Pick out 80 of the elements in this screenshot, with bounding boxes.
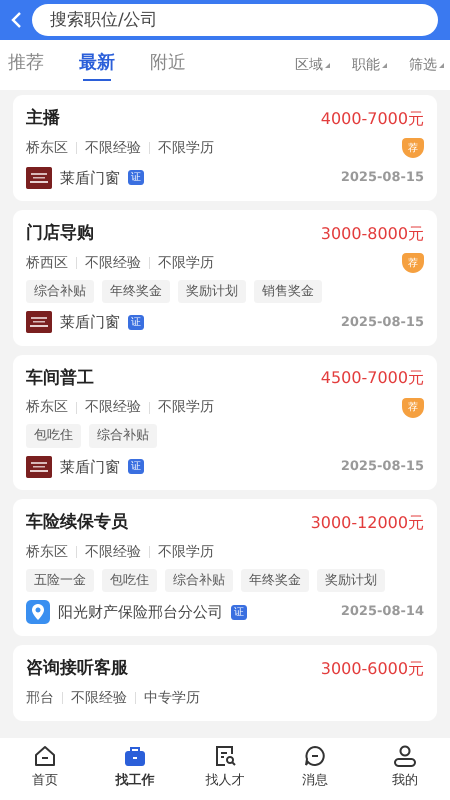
benefit-tag: 综合补贴 bbox=[89, 424, 157, 448]
job-requirement: 桥西区 bbox=[26, 254, 68, 272]
post-date: 2025-08-15 bbox=[340, 169, 424, 187]
chat-bubble-icon bbox=[303, 744, 327, 768]
job-title: 主播 bbox=[26, 107, 60, 130]
filter-dropdown[interactable]: 区域 bbox=[295, 54, 330, 76]
tab[interactable]: 附近 bbox=[150, 48, 186, 82]
job-requirement: 桥东区 bbox=[26, 542, 68, 562]
caret-icon bbox=[382, 62, 387, 68]
salary: 4500-7000元 bbox=[320, 367, 424, 390]
briefcase-icon bbox=[123, 744, 147, 768]
job-requirement: 桥东区 bbox=[26, 138, 68, 158]
benefit-tag: 奖励计划 bbox=[178, 280, 246, 303]
nav-tab[interactable]: 找人才 bbox=[190, 738, 260, 800]
job-requirement: 不限学历 bbox=[158, 138, 214, 158]
job-title: 车险续保专员 bbox=[26, 511, 128, 534]
tab[interactable]: 推荐 bbox=[8, 48, 44, 82]
job-requirement: 邢台 bbox=[26, 688, 54, 708]
post-date: 2025-08-14 bbox=[340, 603, 424, 622]
company-logo bbox=[26, 600, 50, 624]
benefit-tag: 销售奖金 bbox=[254, 280, 322, 303]
company-logo bbox=[26, 456, 52, 478]
job-card[interactable]: 咨询接听客服 3000-6000元 邢台 不限经验 中专学历 bbox=[13, 645, 437, 720]
filter-dropdown[interactable]: 筛选 bbox=[409, 54, 444, 76]
benefit-tag: 奖励计划 bbox=[317, 568, 385, 592]
recommend-badge: 荐 bbox=[402, 398, 424, 418]
tab[interactable]: 最新 bbox=[79, 48, 115, 82]
recommend-badge: 荐 bbox=[402, 253, 424, 273]
job-requirement: 不限学历 bbox=[158, 542, 214, 562]
job-requirement: 桥东区 bbox=[26, 398, 68, 417]
company-logo bbox=[26, 166, 52, 189]
job-title: 咨询接听客服 bbox=[26, 657, 128, 680]
salary: 3000-6000元 bbox=[320, 658, 424, 680]
person-icon bbox=[393, 744, 417, 768]
salary: 4000-7000元 bbox=[320, 108, 424, 130]
document-search-icon bbox=[213, 744, 237, 768]
post-date: 2025-08-15 bbox=[340, 314, 424, 332]
job-card[interactable]: 门店导购 3000-8000元 桥西区 不限经验 不限学历 荐 综合补贴 年终奖金 奖励计划 销售奖金 莱盾门窗 证 2025-08-15 bbox=[13, 210, 437, 346]
nav-tab[interactable]: 消息 bbox=[280, 738, 350, 800]
job-card[interactable]: 主播 4000-7000元 桥东区 不限经验 不限学历 荐 莱盾门窗 证 2025-08-15 bbox=[13, 95, 437, 201]
job-requirement: 不限学历 bbox=[158, 254, 214, 272]
benefit-tag: 综合补贴 bbox=[165, 568, 233, 592]
benefit-tag: 综合补贴 bbox=[26, 280, 94, 303]
search-field[interactable]: 搜索职位/公司 bbox=[32, 4, 438, 36]
job-title: 车间普工 bbox=[26, 366, 94, 390]
verified-badge: 证 bbox=[128, 459, 144, 474]
post-date: 2025-08-15 bbox=[340, 458, 424, 476]
benefit-tag: 五险一金 bbox=[26, 568, 94, 592]
nav-tab[interactable]: 首页 bbox=[10, 738, 80, 800]
nav-tab[interactable]: 我的 bbox=[370, 738, 440, 800]
benefit-tag: 包吃住 bbox=[102, 568, 157, 592]
job-requirement: 不限经验 bbox=[85, 138, 141, 158]
job-requirement: 不限经验 bbox=[85, 542, 141, 562]
home-icon bbox=[33, 744, 57, 768]
company-name: 阳光财产保险邢台分公司 bbox=[58, 602, 223, 623]
caret-icon bbox=[325, 62, 330, 68]
benefit-tag: 年终奖金 bbox=[102, 280, 170, 303]
recommend-badge: 荐 bbox=[402, 138, 424, 158]
filter-dropdown[interactable]: 职能 bbox=[352, 54, 387, 76]
job-card[interactable]: 车险续保专员 3000-12000元 桥东区 不限经验 不限学历 五险一金 包吃住 综合补贴 年终奖金 奖励计划 阳光财产保险邢台分公司 证 2025-08-14 bbox=[13, 499, 437, 636]
job-title: 门店导购 bbox=[26, 222, 94, 245]
caret-icon bbox=[439, 62, 444, 68]
salary: 3000-12000元 bbox=[310, 512, 424, 534]
verified-badge: 证 bbox=[231, 604, 247, 620]
verified-badge: 证 bbox=[128, 314, 144, 330]
job-requirement: 不限经验 bbox=[71, 688, 127, 708]
company-name: 莱盾门窗 bbox=[60, 312, 120, 333]
company-name: 莱盾门窗 bbox=[60, 168, 120, 188]
job-requirement: 中专学历 bbox=[144, 688, 200, 708]
benefit-tag: 年终奖金 bbox=[241, 568, 309, 592]
company-name: 莱盾门窗 bbox=[60, 456, 120, 478]
job-card[interactable]: 车间普工 4500-7000元 桥东区 不限经验 不限学历 荐 包吃住 综合补贴 莱盾门窗 证 2025-08-15 bbox=[13, 354, 437, 490]
job-requirement: 不限经验 bbox=[85, 398, 141, 417]
nav-tab[interactable]: 找工作 bbox=[100, 738, 170, 800]
job-requirement: 不限经验 bbox=[85, 254, 141, 272]
benefit-tag: 包吃住 bbox=[26, 424, 81, 448]
salary: 3000-8000元 bbox=[320, 222, 424, 245]
verified-badge: 证 bbox=[128, 170, 144, 186]
job-requirement: 不限学历 bbox=[158, 398, 214, 417]
company-logo bbox=[26, 311, 52, 334]
